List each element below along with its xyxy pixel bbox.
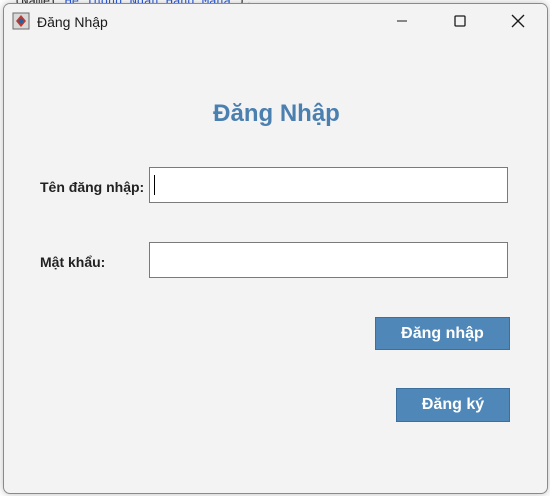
username-input[interactable] [149, 167, 508, 203]
java-app-icon [12, 12, 30, 30]
login-window: Đăng Nhập Đăng Nhập Tên đăng nhập: Mật k… [3, 3, 548, 494]
minimize-button[interactable] [373, 4, 431, 38]
register-button[interactable]: Đăng ký [396, 388, 510, 422]
title-bar[interactable]: Đăng Nhập [4, 4, 547, 38]
maximize-icon [454, 15, 466, 27]
maximize-button[interactable] [431, 4, 489, 38]
text-caret [154, 175, 155, 195]
login-heading: Đăng Nhập [213, 100, 340, 127]
close-button[interactable] [489, 4, 547, 38]
password-label: Mật khẩu: [40, 254, 106, 270]
close-icon [511, 14, 525, 28]
login-button[interactable]: Đăng nhập [375, 317, 510, 350]
minimize-icon [397, 20, 407, 22]
username-label: Tên đăng nhập: [40, 179, 145, 195]
window-title: Đăng Nhập [37, 14, 108, 30]
password-input[interactable] [149, 242, 508, 278]
